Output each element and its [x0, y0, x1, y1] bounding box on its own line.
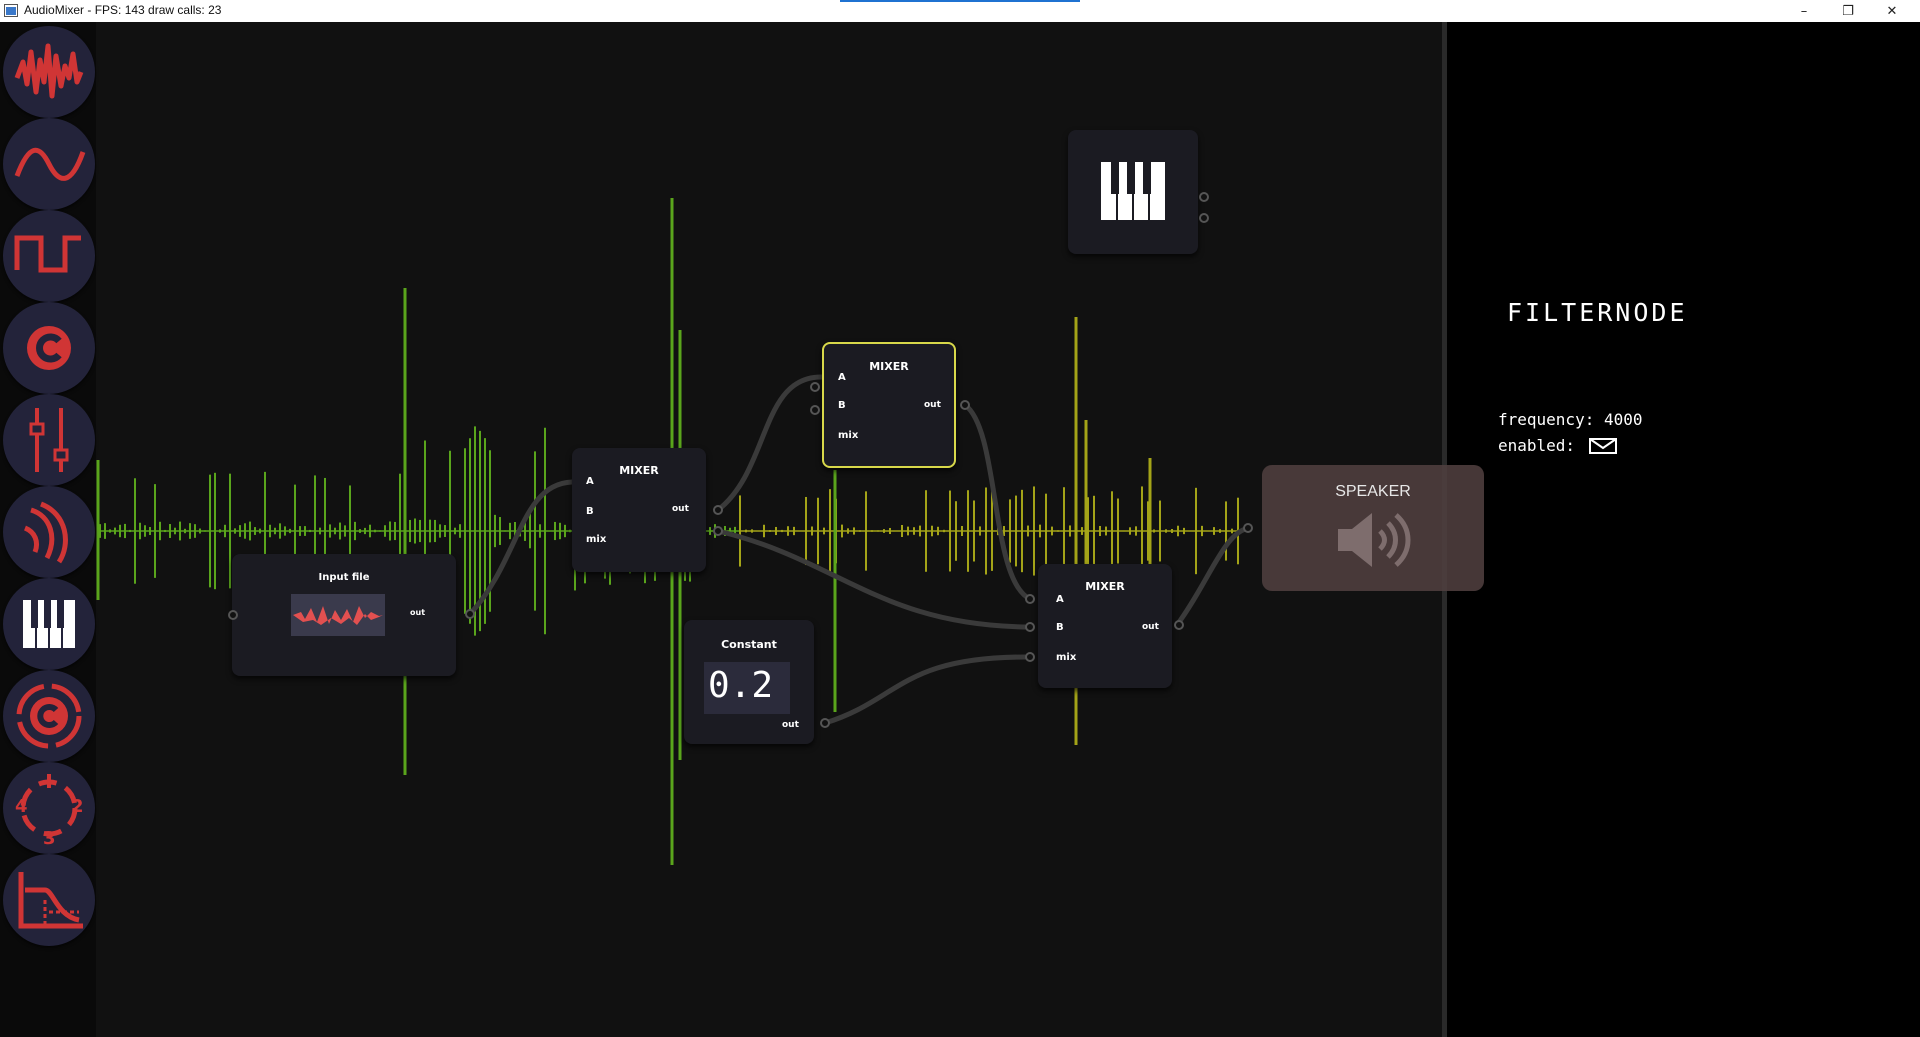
constant-value-field[interactable]: 0.2 — [704, 662, 790, 714]
wire-constant-to-mixer3-mix — [822, 654, 1033, 726]
svg-text:3: 3 — [43, 828, 56, 848]
piano-keys-icon — [1101, 162, 1165, 220]
mixer3-out-label: out — [1142, 622, 1159, 632]
minimize-button[interactable]: – — [1782, 0, 1826, 22]
wire-mixer1-to-mixer3-b — [715, 528, 1033, 630]
restore-button[interactable]: ❐ — [1826, 0, 1870, 22]
mixer-node-3[interactable]: MIXER A B mix out — [1038, 564, 1172, 688]
envelope-tool[interactable] — [3, 854, 95, 946]
keyboard-node[interactable] — [1068, 130, 1198, 254]
waveform-preview — [291, 594, 385, 636]
mixer3-out-jack[interactable] — [1174, 620, 1184, 630]
mixer1-out-jack-2[interactable] — [713, 526, 723, 536]
constant-title: Constant — [721, 638, 777, 651]
mixer1-out-jack[interactable] — [713, 505, 723, 515]
constant-out-label: out — [782, 720, 799, 730]
mixer2-out-jack[interactable] — [960, 400, 970, 410]
loop-tool[interactable] — [3, 670, 95, 762]
mixer2-a-jack[interactable] — [810, 382, 820, 392]
constant-tool[interactable] — [3, 302, 95, 394]
sliders-icon — [29, 408, 69, 472]
mixer-node-1[interactable]: MIXER A B mix out — [572, 448, 706, 572]
mixer3-a-jack[interactable] — [1025, 594, 1035, 604]
restore-icon: ❐ — [1842, 3, 1854, 19]
mixer1-mix-label: mix — [586, 534, 607, 545]
mixer2-mix-label: mix — [838, 430, 859, 441]
square-tool[interactable] — [3, 210, 95, 302]
svg-text:2: 2 — [71, 796, 84, 817]
mixer3-mix-label: mix — [1056, 652, 1077, 663]
speaker-in-jack[interactable] — [1243, 523, 1253, 533]
square-wave-icon — [14, 235, 81, 273]
mixer2-b-jack[interactable] — [810, 405, 820, 415]
piano-keys-icon — [23, 600, 75, 648]
keyboard-out-jack-1[interactable] — [1199, 192, 1209, 202]
frequency-label: frequency: — [1498, 410, 1595, 429]
speaker-icon — [1338, 513, 1411, 567]
constant-out-jack[interactable] — [820, 718, 830, 728]
envelope-graph-icon — [18, 872, 83, 929]
speaker-node[interactable]: SPEAKER — [1262, 465, 1484, 591]
mixer2-b-label: B — [838, 400, 846, 411]
mixer2-out-label: out — [924, 400, 941, 410]
frequency-row: frequency: 4000 — [1498, 410, 1643, 429]
input-file-title: Input file — [318, 572, 370, 583]
svg-text:4: 4 — [15, 796, 28, 817]
input-file-out-label: out — [410, 608, 426, 617]
minimize-icon: – — [1800, 3, 1808, 19]
mixer1-a-label: A — [586, 476, 594, 487]
input-file-node[interactable]: Input file out — [232, 554, 456, 676]
inspector-title: FILTERNODE — [1507, 298, 1688, 327]
enabled-row: enabled: — [1498, 436, 1617, 455]
mixer3-a-label: A — [1056, 594, 1064, 605]
close-icon: ✕ — [1886, 3, 1898, 19]
sine-wave-icon — [14, 147, 86, 181]
mixer-node-2-selected[interactable]: MIXER A B mix out — [822, 342, 956, 468]
circular-c-icon — [16, 683, 82, 749]
mixer-tool[interactable] — [3, 394, 95, 486]
mixer1-b-label: B — [586, 506, 594, 517]
enabled-checkbox[interactable] — [1588, 438, 1617, 454]
mixer3-mix-jack[interactable] — [1025, 652, 1035, 662]
speaker-title: SPEAKER — [1335, 483, 1411, 500]
input-file-in-jack[interactable] — [228, 610, 238, 620]
input-file-out-jack[interactable] — [465, 609, 475, 619]
wire-mixer1-to-mixer2 — [715, 374, 825, 513]
constant-c-icon — [27, 326, 71, 370]
sine-tool[interactable] — [3, 118, 95, 210]
filter-tool[interactable] — [3, 486, 95, 578]
keyboard-tool[interactable] — [3, 578, 95, 670]
mixer3-b-label: B — [1056, 622, 1064, 633]
sequencer-tool[interactable]: 4 2 3 — [3, 762, 95, 854]
waveform-and-wires-layer — [96, 198, 1253, 865]
enabled-label: enabled: — [1498, 436, 1576, 455]
inspector-panel: FILTERNODE frequency: 4000 enabled: — [1442, 22, 1920, 1037]
noise-wave-icon — [14, 43, 84, 99]
wire-mixer3-to-speaker — [1174, 525, 1253, 628]
ear-waves-icon — [23, 501, 68, 564]
mixer2-a-label: A — [838, 372, 846, 383]
mixer3-b-jack[interactable] — [1025, 622, 1035, 632]
mixer3-title: MIXER — [1085, 580, 1125, 593]
keyboard-out-jack-2[interactable] — [1199, 213, 1209, 223]
tool-palette: 4 2 3 — [0, 22, 96, 1037]
constant-node[interactable]: Constant 0.2 out — [684, 620, 814, 744]
frequency-value[interactable]: 4000 — [1604, 410, 1643, 429]
noise-tool[interactable] — [3, 26, 95, 118]
sequence-123-icon: 4 2 3 — [15, 774, 84, 848]
close-button[interactable]: ✕ — [1870, 0, 1914, 22]
mixer1-out-label: out — [672, 504, 689, 514]
